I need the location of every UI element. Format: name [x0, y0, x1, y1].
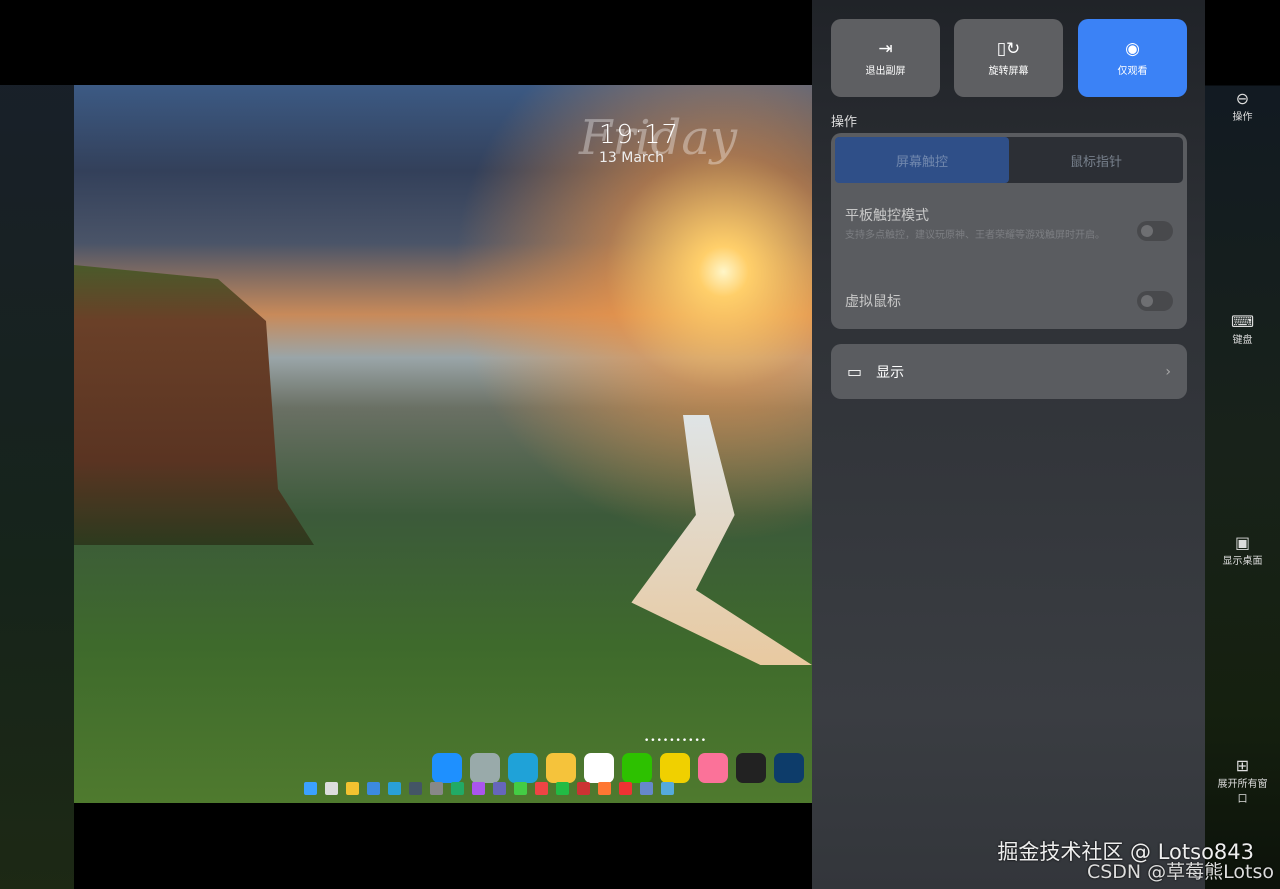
taskbar-app-icon[interactable] [367, 782, 380, 795]
virtual-mouse-title: 虚拟鼠标 [845, 294, 901, 310]
sidebar-label: 显示桌面 [1222, 556, 1263, 567]
edge-icon[interactable] [508, 753, 538, 783]
control-panel: ⇥ 退出副屏 ▯↻ 旋转屏幕 ◉ 仅观看 操作 屏幕触控 鼠标指针 平板触控模式… [812, 0, 1205, 889]
operation-card: 屏幕触控 鼠标指针 平板触控模式 支持多点触控，建议玩原神、王者荣耀等游戏触屏时… [831, 133, 1187, 329]
taskbar-app-icon[interactable] [472, 782, 485, 795]
tablet-touch-toggle[interactable] [1137, 221, 1173, 241]
wallpaper-cliff [74, 265, 314, 545]
lock-clock: Friday 19:17 13 March [579, 110, 737, 166]
folder-icon[interactable] [546, 753, 576, 783]
tab-mouse-pointer[interactable]: 鼠标指针 [1009, 137, 1183, 183]
taskbar-app-icon[interactable] [451, 782, 464, 795]
taskbar-app-icon[interactable] [388, 782, 401, 795]
virtual-mouse-row: 虚拟鼠标 [845, 291, 1173, 311]
button-label: 退出副屏 [865, 65, 906, 77]
music-icon[interactable] [660, 753, 690, 783]
left-edge-strip [0, 85, 74, 889]
taskbar-app-icon[interactable] [598, 782, 611, 795]
taskbar-app-icon[interactable] [619, 782, 632, 795]
page-dots: •••••••••• [644, 736, 708, 746]
wallpaper-river [631, 415, 812, 665]
desktop-icon: ▣ [1234, 533, 1251, 552]
operation-section-label: 操作 [831, 115, 858, 130]
tablet-touch-title: 平板触控模式 [845, 208, 929, 224]
tablet-touch-desc: 支持多点触控，建议玩原神、王者荣耀等游戏触屏时开启。 [845, 230, 1105, 241]
button-label: 旋转屏幕 [988, 65, 1029, 77]
taskbar-app-icon[interactable] [409, 782, 422, 795]
taskbar-app-icon[interactable] [535, 782, 548, 795]
chevron-right-icon: › [1165, 363, 1171, 380]
sidebar-item-operation[interactable]: ⊖ 操作 [1205, 89, 1280, 124]
exit-door-icon: ⇥ [878, 38, 893, 59]
taskbar-app-icon[interactable] [493, 782, 506, 795]
view-only-button[interactable]: ◉ 仅观看 [1078, 19, 1187, 97]
sidebar-label: 键盘 [1232, 335, 1253, 346]
taskbar-app-icon[interactable] [346, 782, 359, 795]
windows-app-icon[interactable] [432, 753, 462, 783]
display-label: 显示 [876, 364, 905, 381]
virtual-mouse-toggle[interactable] [1137, 291, 1173, 311]
wechat-icon[interactable] [622, 753, 652, 783]
recycle-bin-icon[interactable] [470, 753, 500, 783]
eye-icon: ◉ [1125, 38, 1140, 59]
sidebar-item-expand-windows[interactable]: ⊞ 展开所有窗口 [1205, 756, 1280, 806]
sidebar-item-show-desktop[interactable]: ▣ 显示桌面 [1205, 533, 1280, 568]
display-row[interactable]: ▭ 显示 › [831, 344, 1187, 399]
grid-windows-icon: ⊞ [1235, 756, 1250, 775]
watermark-csdn: CSDN @草莓熊Lotso [1086, 861, 1274, 883]
taskbar-app-icon[interactable] [556, 782, 569, 795]
sidebar-label: 展开所有窗口 [1217, 779, 1268, 805]
qq-icon[interactable] [584, 753, 614, 783]
right-sidebar: ⊖ 操作 ⌨ 键盘 ▣ 显示桌面 ⊞ 展开所有窗口 [1205, 0, 1280, 889]
rotate-screen-icon: ▯↻ [996, 38, 1021, 59]
keyboard-icon: ⌨ [1230, 312, 1255, 331]
day-label: Friday [579, 110, 738, 166]
app-ring-icon[interactable] [774, 753, 804, 783]
taskbar-app-icon[interactable] [661, 782, 674, 795]
sidebar-label: 操作 [1232, 112, 1253, 123]
exit-secondary-screen-button[interactable]: ⇥ 退出副屏 [831, 19, 940, 97]
monitor-icon: ▭ [847, 362, 863, 381]
mode-segmented-control: 屏幕触控 鼠标指针 [835, 137, 1183, 183]
taskbar-app-icon[interactable] [514, 782, 527, 795]
taskbar [304, 782, 674, 795]
sidebar-item-keyboard[interactable]: ⌨ 键盘 [1205, 312, 1280, 347]
start-icon[interactable] [304, 782, 317, 795]
tab-screen-touch[interactable]: 屏幕触控 [835, 137, 1009, 183]
toggles-icon: ⊖ [1235, 89, 1250, 108]
taskbar-app-icon[interactable] [640, 782, 653, 795]
taskbar-app-icon[interactable] [577, 782, 590, 795]
taskbar-app-icon[interactable] [325, 782, 338, 795]
remote-screen[interactable]: Friday 19:17 13 March •••••••••• [74, 85, 812, 803]
button-label: 仅观看 [1117, 65, 1148, 77]
rotate-screen-button[interactable]: ▯↻ 旋转屏幕 [954, 19, 1063, 97]
tablet-touch-row: 平板触控模式 支持多点触控，建议玩原神、王者荣耀等游戏触屏时开启。 [845, 205, 1173, 243]
app-g-icon[interactable] [736, 753, 766, 783]
taskbar-app-icon[interactable] [430, 782, 443, 795]
app-dock [432, 753, 804, 783]
bilibili-icon[interactable] [698, 753, 728, 783]
